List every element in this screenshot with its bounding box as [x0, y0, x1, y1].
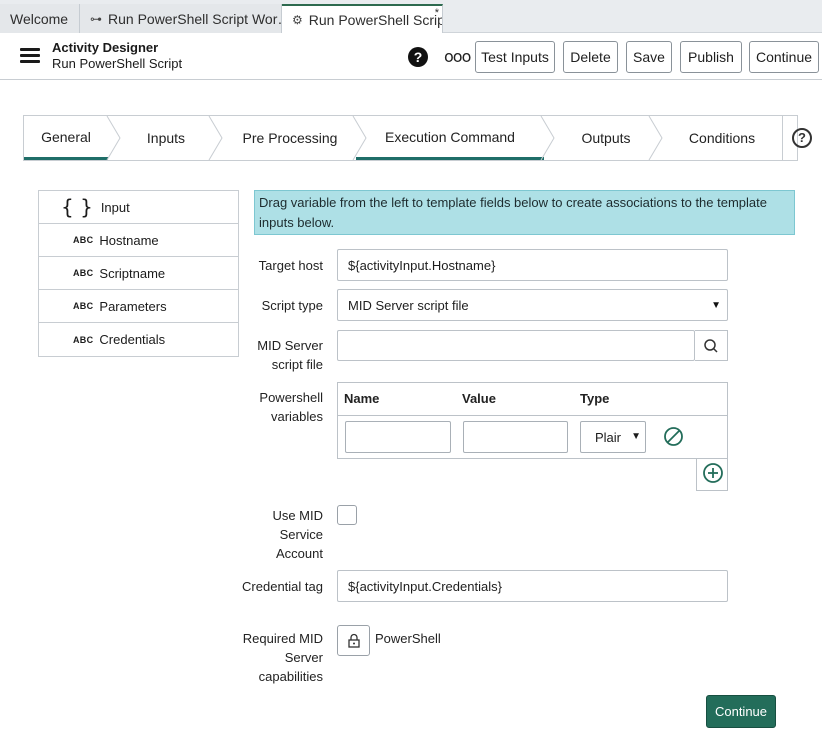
tab-label: Run PowerShell Script Wor… — [108, 10, 282, 27]
target-host-label: Target host — [258, 258, 323, 273]
chevron-down-icon: ▼ — [631, 431, 641, 442]
column-type: Type — [580, 391, 610, 406]
lock-icon — [348, 633, 360, 648]
use-mid-service-account-checkbox[interactable] — [337, 505, 357, 525]
workflow-icon: ⊶ — [90, 11, 102, 26]
continue-header-button[interactable]: Continue — [749, 41, 819, 73]
publish-button[interactable]: Publish — [680, 41, 742, 73]
step-execution-command[interactable]: Execution Command — [356, 116, 544, 160]
variable-label: Scriptname — [99, 265, 166, 281]
app-title: Activity Designer — [52, 40, 159, 55]
activity-icon: ⚙ — [292, 13, 303, 27]
tab-label: Welcome — [10, 10, 69, 27]
step-divider — [106, 116, 121, 160]
string-type-icon: ABC — [73, 334, 94, 345]
step-conditions[interactable]: Conditions — [668, 116, 776, 160]
tab-run-powershell-script[interactable]: ⚙ Run PowerShell Script * — [282, 4, 443, 34]
input-root[interactable]: { } Input — [39, 191, 238, 224]
page-title: Activity Designer Run PowerShell Script — [52, 40, 182, 71]
tab-label: Run PowerShell Script — [308, 12, 443, 28]
hamburger-menu-icon[interactable] — [20, 48, 40, 64]
target-host-input[interactable]: ${activityInput.Hostname} — [337, 249, 728, 281]
string-type-icon: ABC — [73, 301, 94, 311]
question-circle-icon[interactable]: ? — [792, 128, 812, 148]
script-type-select[interactable]: MID Server script file ▼ — [337, 289, 728, 321]
variable-name-input[interactable] — [345, 421, 451, 453]
column-value: Value — [462, 391, 496, 406]
step-divider — [540, 116, 555, 160]
required-capabilities-label: Required MID Server capabilities — [242, 631, 323, 684]
powershell-variables-label: Powershell variables — [259, 390, 323, 424]
variable-label: Hostname — [99, 232, 159, 248]
step-divider — [352, 116, 367, 160]
chevron-down-icon: ▼ — [711, 300, 721, 311]
step-divider — [648, 116, 663, 160]
curly-braces-icon: { } — [61, 195, 93, 219]
input-root-label: Input — [100, 199, 130, 215]
plus-circle-icon — [703, 463, 723, 483]
info-message: Drag variable from the left to template … — [254, 190, 795, 235]
column-name: Name — [344, 391, 380, 406]
script-type-label: Script type — [261, 298, 323, 313]
add-row-button[interactable] — [696, 458, 728, 491]
capabilities-lock-button[interactable] — [337, 625, 370, 656]
activity-subtitle: Run PowerShell Script — [52, 56, 183, 71]
step-inputs[interactable]: Inputs — [120, 116, 212, 160]
step-navigation: General Inputs Pre Processing Execution … — [23, 115, 812, 161]
continue-button[interactable]: Continue — [706, 695, 776, 728]
help-icon[interactable]: ? — [408, 47, 428, 67]
credential-tag-label: Credential tag — [242, 579, 323, 594]
variable-scriptname[interactable]: ABC Scriptname — [39, 257, 238, 290]
lookup-button[interactable] — [695, 330, 728, 361]
capability-value: PowerShell — [375, 631, 441, 646]
variable-label: Credentials — [99, 332, 166, 347]
variable-type-select[interactable]: Plair ▼ — [580, 421, 646, 453]
variable-credentials[interactable]: ABC Credentials — [39, 323, 238, 356]
mid-script-file-input[interactable] — [337, 330, 695, 361]
test-inputs-button[interactable]: Test Inputs — [475, 41, 555, 73]
tab-strip: Welcome ⊶ Run PowerShell Script Wor… ⚙ R… — [0, 0, 822, 34]
steps-help: ? — [782, 116, 812, 160]
variable-hostname[interactable]: ABC Hostname — [39, 224, 238, 257]
save-button[interactable]: Save — [626, 41, 672, 73]
remove-row-icon[interactable] — [663, 426, 684, 447]
variable-type-value: Plair — [595, 429, 622, 445]
tab-welcome[interactable]: Welcome — [0, 4, 80, 33]
input-variable-list: { } Input ABC Hostname ABC Scriptname AB… — [38, 190, 239, 357]
unsaved-marker: * — [434, 7, 439, 19]
variable-parameters[interactable]: ABC Parameters — [39, 290, 238, 323]
variable-label: Parameters — [99, 298, 167, 314]
more-options-icon[interactable]: ooo — [444, 47, 471, 66]
step-pre-processing[interactable]: Pre Processing — [224, 116, 356, 160]
delete-button[interactable]: Delete — [563, 41, 618, 73]
use-mid-service-account-label: Use MID Service Account — [272, 508, 323, 561]
string-type-icon: ABC — [73, 268, 94, 278]
variable-value-input[interactable] — [463, 421, 568, 453]
step-divider — [208, 116, 223, 160]
step-outputs[interactable]: Outputs — [556, 116, 656, 160]
script-type-value: MID Server script file — [348, 297, 469, 313]
mid-script-file-label: MID Server script file — [257, 338, 323, 372]
table-divider — [338, 415, 727, 416]
credential-tag-input[interactable]: ${activityInput.Credentials} — [337, 570, 728, 602]
search-icon — [704, 339, 718, 353]
tab-workflow[interactable]: ⊶ Run PowerShell Script Wor… — [80, 4, 282, 33]
step-general[interactable]: General — [24, 116, 108, 160]
app-header: Activity Designer Run PowerShell Script … — [0, 33, 822, 80]
string-type-icon: ABC — [73, 235, 94, 245]
